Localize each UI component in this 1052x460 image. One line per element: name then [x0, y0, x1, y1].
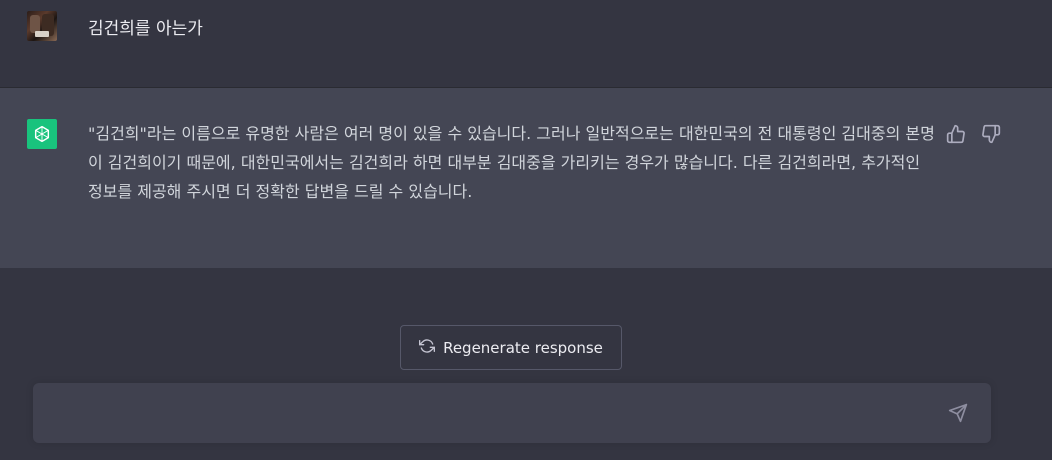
regenerate-label: Regenerate response: [443, 338, 603, 357]
user-message-row: 김건희를 아는가: [0, 0, 1052, 88]
thumbs-down-icon[interactable]: [981, 124, 1003, 146]
user-message-text: 김건희를 아는가: [88, 19, 203, 39]
chat-page: 김건희를 아는가 "김건희"라는 이름으로 유명한 사람은 여러 명이 있을 수…: [0, 0, 1052, 460]
send-icon[interactable]: [948, 403, 970, 425]
assistant-message-row: "김건희"라는 이름으로 유명한 사람은 여러 명이 있을 수 있습니다. 그러…: [0, 88, 1052, 268]
refresh-icon: [419, 338, 436, 358]
thumbs-up-icon[interactable]: [946, 124, 968, 146]
assistant-message-text: "김건희"라는 이름으로 유명한 사람은 여러 명이 있을 수 있습니다. 그러…: [88, 124, 935, 201]
openai-logo-icon: [27, 119, 57, 149]
message-input[interactable]: [49, 401, 933, 427]
user-avatar: [27, 11, 57, 41]
message-composer: [33, 383, 991, 443]
regenerate-response-button[interactable]: Regenerate response: [400, 325, 622, 370]
